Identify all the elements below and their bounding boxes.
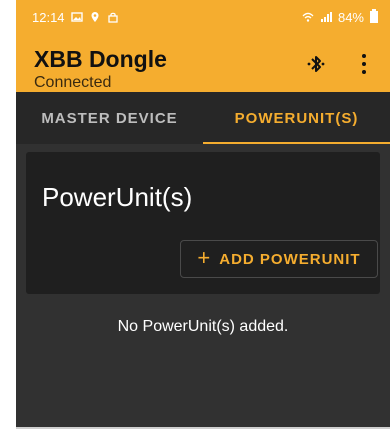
signal-icon <box>320 12 332 22</box>
more-vert-icon-dot <box>362 62 366 66</box>
status-left: 12:14 <box>32 10 119 25</box>
powerunits-card: PowerUnit(s) + ADD POWERUNIT <box>26 152 380 294</box>
status-time: 12:14 <box>32 9 65 25</box>
status-bar: 12:14 84% <box>16 0 390 34</box>
app-screen: 12:14 84% XBB Dongle Connected MASTER DE… <box>16 0 390 429</box>
lock-notification-icon <box>107 12 118 23</box>
tab-bar: MASTER DEVICE POWERUNIT(S) <box>16 92 390 144</box>
add-powerunit-label: ADD POWERUNIT <box>219 250 361 268</box>
wifi-icon <box>302 12 314 22</box>
battery-percentage: 84% <box>337 9 364 25</box>
status-right: 84% <box>302 9 378 25</box>
more-vert-icon-dot <box>362 70 366 74</box>
bluetooth-icon <box>307 56 325 72</box>
add-powerunit-button[interactable]: + ADD POWERUNIT <box>180 240 378 278</box>
connection-status: Connected <box>34 74 112 91</box>
overflow-menu-button[interactable] <box>358 52 370 76</box>
app-bar: XBB Dongle Connected <box>16 34 390 92</box>
image-notification-icon <box>70 12 83 22</box>
tab-master-device[interactable]: MASTER DEVICE <box>16 92 203 144</box>
card-title: PowerUnit(s) <box>42 182 193 212</box>
bluetooth-button[interactable] <box>306 54 326 74</box>
app-title: XBB Dongle <box>34 46 167 72</box>
location-icon <box>91 12 99 22</box>
plus-icon: + <box>197 245 212 270</box>
battery-icon <box>370 9 378 23</box>
empty-state-message: No PowerUnit(s) added. <box>117 318 289 335</box>
more-vert-icon-dot <box>362 54 366 58</box>
tab-powerunits[interactable]: POWERUNIT(S) <box>203 92 390 144</box>
